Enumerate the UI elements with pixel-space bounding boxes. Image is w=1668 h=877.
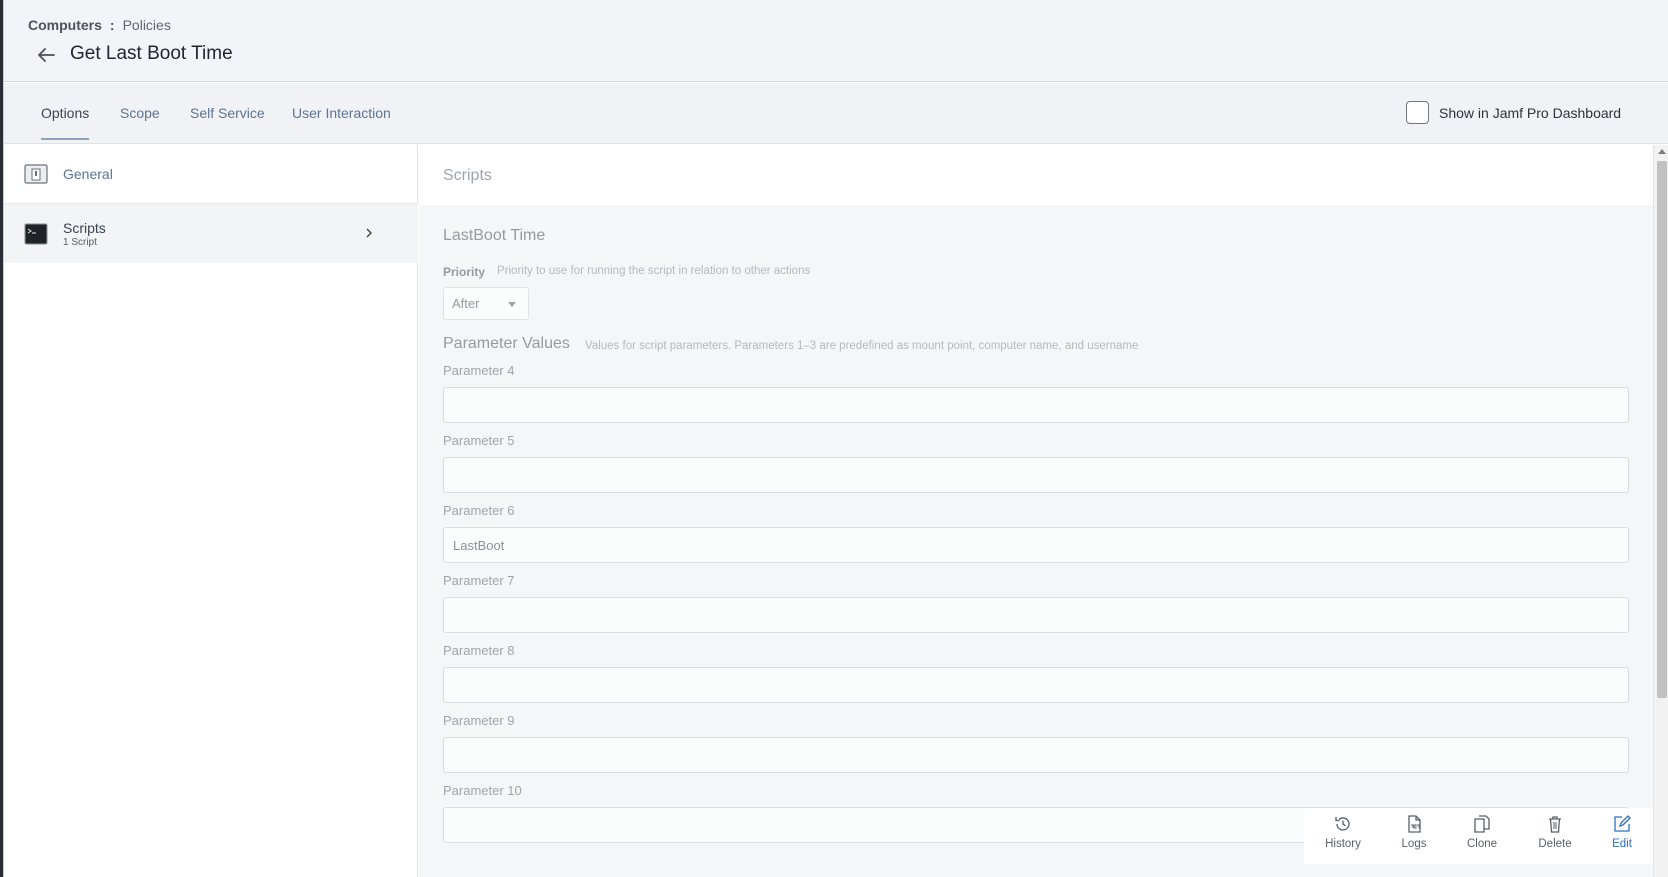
delete-button[interactable]: Delete — [1525, 814, 1585, 850]
edit-icon — [1614, 815, 1631, 832]
back-arrow-icon[interactable] — [34, 43, 58, 67]
dashboard-toggle[interactable]: Show in Jamf Pro Dashboard — [1406, 101, 1621, 124]
sidebar-item-general[interactable]: General — [4, 145, 418, 204]
priority-select[interactable]: After — [443, 287, 529, 320]
terminal-icon — [24, 222, 48, 246]
parameter-6-label: Parameter 6 — [443, 503, 515, 518]
priority-description: Priority to use for running the script i… — [497, 265, 811, 277]
sidebar-item-label-general: General — [63, 166, 113, 182]
main-panel: Scripts LastBoot Time Priority Priority … — [419, 145, 1653, 877]
parameter-8-input[interactable] — [443, 667, 1629, 703]
scroll-thumb[interactable] — [1657, 161, 1667, 698]
breadcrumb: Computers : Policies — [28, 17, 171, 33]
logs-label: Logs — [1401, 838, 1427, 850]
parameter-5: Parameter 5 — [443, 433, 1629, 493]
logs-icon — [1408, 815, 1421, 833]
tab-self-service[interactable]: Self Service — [190, 105, 265, 138]
priority-label: Priority — [443, 265, 486, 279]
breadcrumb-computers[interactable]: Computers — [28, 17, 102, 33]
scrollbar[interactable] — [1653, 145, 1668, 877]
parameter-values-title: Parameter Values — [443, 335, 570, 352]
parameter-5-label: Parameter 5 — [443, 433, 515, 448]
tab-user-interaction[interactable]: User Interaction — [292, 105, 391, 138]
history-button[interactable]: History — [1313, 814, 1373, 850]
parameter-4-input[interactable] — [443, 387, 1629, 423]
section-header: Scripts — [419, 145, 1653, 205]
policy-page: Computers : Policies Get Last Boot Time … — [3, 0, 1668, 877]
edit-button[interactable]: Edit — [1592, 814, 1652, 850]
parameter-7-label: Parameter 7 — [443, 573, 515, 588]
delete-label: Delete — [1538, 838, 1572, 850]
parameter-5-input[interactable] — [443, 457, 1629, 493]
page-header: Computers : Policies Get Last Boot Time — [4, 0, 1668, 82]
dashboard-label: Show in Jamf Pro Dashboard — [1439, 104, 1622, 121]
parameter-6-input[interactable] — [443, 527, 1629, 563]
clone-icon — [1474, 815, 1490, 833]
tab-bar: Options Scope Self Service User Interact… — [4, 83, 1668, 144]
history-label: History — [1325, 838, 1361, 850]
parameter-4-label: Parameter 4 — [443, 363, 515, 378]
breadcrumb-policies[interactable]: Policies — [123, 17, 171, 33]
sidebar-item-scripts[interactable]: Scripts 1 Script — [4, 204, 418, 263]
scroll-up-arrow-icon[interactable] — [1658, 149, 1666, 154]
parameter-8: Parameter 8 — [443, 643, 1629, 703]
tab-scope[interactable]: Scope — [120, 105, 160, 138]
parameter-10-label: Parameter 10 — [443, 783, 522, 798]
dashboard-checkbox[interactable] — [1406, 101, 1429, 124]
tab-options[interactable]: Options — [41, 105, 90, 140]
general-settings-icon — [24, 162, 48, 186]
trash-icon — [1549, 816, 1561, 833]
parameter-9-input[interactable] — [443, 737, 1629, 773]
clone-label: Clone — [1466, 838, 1498, 850]
sidebar: General Scripts 1 Script — [4, 145, 418, 877]
priority-value: After — [452, 296, 480, 311]
parameter-7: Parameter 7 — [443, 573, 1629, 633]
parameter-values-description: Values for script parameters. Parameters… — [585, 340, 1139, 352]
sidebar-item-label-scripts: Scripts — [63, 219, 106, 236]
parameter-7-input[interactable] — [443, 597, 1629, 633]
parameter-9: Parameter 9 — [443, 713, 1629, 773]
action-bar: History Logs Clone Delete Edit — [1304, 808, 1653, 864]
clone-button[interactable]: Clone — [1452, 814, 1512, 850]
caret-down-icon — [508, 302, 516, 307]
parameter-8-label: Parameter 8 — [443, 643, 515, 658]
edit-label: Edit — [1612, 838, 1632, 850]
parameter-9-label: Parameter 9 — [443, 713, 515, 728]
history-icon — [1335, 817, 1350, 831]
logs-button[interactable]: Logs — [1384, 814, 1444, 850]
page-title: Get Last Boot Time — [70, 43, 233, 64]
chevron-right-icon — [362, 226, 376, 240]
parameter-6: Parameter 6 — [443, 503, 1629, 563]
breadcrumb-separator: : — [109, 17, 115, 33]
script-name: LastBoot Time — [443, 227, 546, 244]
sidebar-item-count: 1 Script — [63, 236, 97, 248]
parameter-4: Parameter 4 — [443, 363, 1629, 423]
section-title: Scripts — [443, 167, 492, 184]
